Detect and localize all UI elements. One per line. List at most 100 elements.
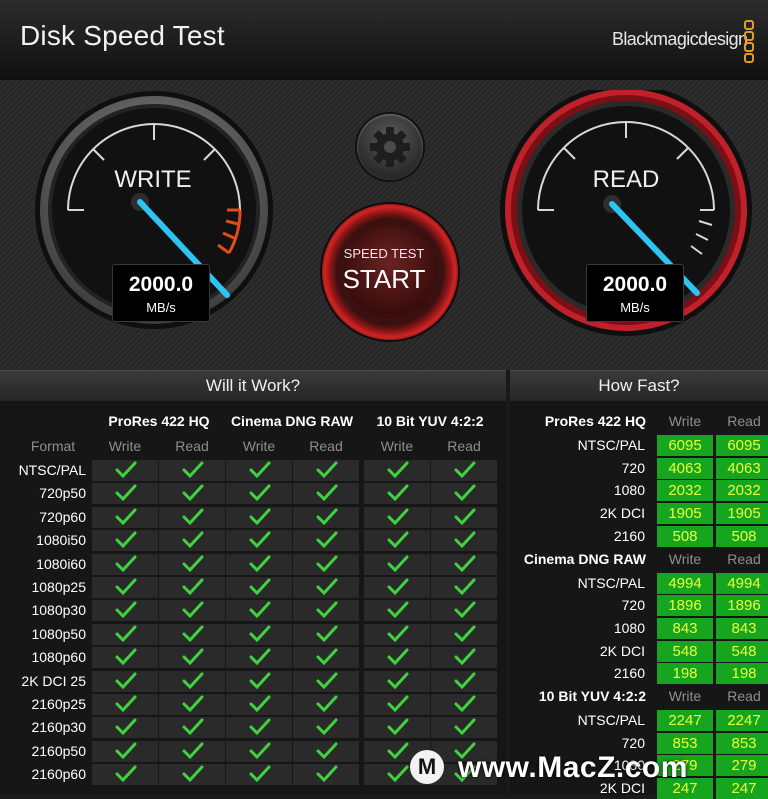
support-cell [159,483,225,504]
support-cell [92,483,158,504]
how-fast-read-header: Read [727,413,761,429]
checkmark-icon [454,484,476,502]
support-cell [159,530,225,551]
how-fast-read-header: Read [727,550,761,567]
support-cell [431,530,497,551]
how-fast-row-label: 2160 [613,665,645,682]
checkmark-icon [387,461,409,479]
checkmark-icon [316,625,338,643]
how-fast-row-label: 1080 [613,619,645,636]
how-fast-row-label: 720 [621,459,645,476]
checkmark-icon [182,695,204,713]
start-subtitle: SPEED TEST [343,246,425,261]
checkmark-icon [182,672,204,690]
how-fast-read-value: 1905 [716,503,768,525]
support-cell [431,554,497,575]
support-cell [431,694,497,715]
support-cell [226,764,292,785]
support-cell [431,717,497,738]
how-fast-header: How Fast? [510,370,768,401]
app-title: Disk Speed Test [20,20,225,51]
support-cell [159,741,225,762]
how-fast-row-label: 2K DCI [599,642,645,659]
checkmark-icon [316,718,338,736]
how-fast-write-value: 508 [657,525,713,547]
checkmark-icon [454,508,476,526]
how-fast-row-label: NTSC/PAL [577,712,645,728]
support-cell [364,460,430,481]
support-cell [364,694,430,715]
checkmark-icon [182,601,204,619]
watermark-text: www.MacZ.com [458,751,688,784]
how-fast-write-value: 1896 [657,595,713,617]
checkmark-icon [249,718,271,736]
checkmark-icon [316,648,338,666]
start-label: START [342,264,426,294]
checkmark-icon [454,578,476,596]
checkmark-icon [387,508,409,526]
settings-button[interactable] [357,114,423,180]
support-cell [92,764,158,785]
how-fast-read-value: 198 [716,663,768,685]
support-cell [293,741,359,762]
checkmark-icon [387,484,409,502]
support-cell [293,671,359,692]
checkmark-icon [387,531,409,549]
how-fast-write-value: 843 [657,617,713,639]
prores-read-header: Read [175,438,209,454]
support-cell [431,600,497,621]
support-cell [293,577,359,598]
support-cell [92,577,158,598]
checkmark-icon [115,742,137,760]
support-cell [226,717,292,738]
support-cell [92,717,158,738]
support-cell [431,624,497,645]
support-cell [364,671,430,692]
support-cell [364,717,430,738]
how-fast-title: How Fast? [598,376,680,395]
support-cell [364,600,430,621]
support-cell [226,507,292,528]
checkmark-icon [454,648,476,666]
support-cell [226,600,292,621]
checkmark-icon [316,461,338,479]
read-unit: MB/s [620,300,650,315]
checkmark-icon [316,601,338,619]
title-bar: Disk Speed Test Blackmagicdesign [0,0,768,81]
how-fast-row-label: NTSC/PAL [577,437,645,453]
checkmark-icon [182,531,204,549]
support-cell [159,460,225,481]
support-cell [159,600,225,621]
format-label: 2160p50 [31,743,86,759]
checkmark-icon [454,718,476,736]
support-cell [226,460,292,481]
how-fast-group-title: Cinema DNG RAW [523,550,646,567]
checkmark-icon [182,555,204,573]
checkmark-icon [115,695,137,713]
dng-read-header: Read [309,438,343,454]
codec-header-yuv: 10 Bit YUV 4:2:2 [376,413,484,429]
format-label: 2K DCI 25 [21,673,86,689]
support-cell [159,507,225,528]
support-cell [92,741,158,762]
prores-write-header: Write [108,438,142,454]
brand-logo-icon [744,20,756,68]
checkmark-icon [115,625,137,643]
checkmark-icon [182,484,204,502]
format-label: 1080p25 [31,579,86,595]
checkmark-icon [454,625,476,643]
support-cell [92,507,158,528]
checkmark-icon [316,578,338,596]
checkmark-icon [182,765,204,783]
support-cell [364,483,430,504]
checkmark-icon [249,578,271,596]
support-cell [293,647,359,668]
support-cell [293,624,359,645]
format-label: 1080p50 [31,626,86,642]
how-fast-row-label: 720 [621,597,645,614]
checkmark-icon [387,578,409,596]
checkmark-icon [454,555,476,573]
how-fast-write-header: Write [668,413,702,429]
how-fast-read-value: 843 [716,617,768,639]
checkmark-icon [115,648,137,666]
